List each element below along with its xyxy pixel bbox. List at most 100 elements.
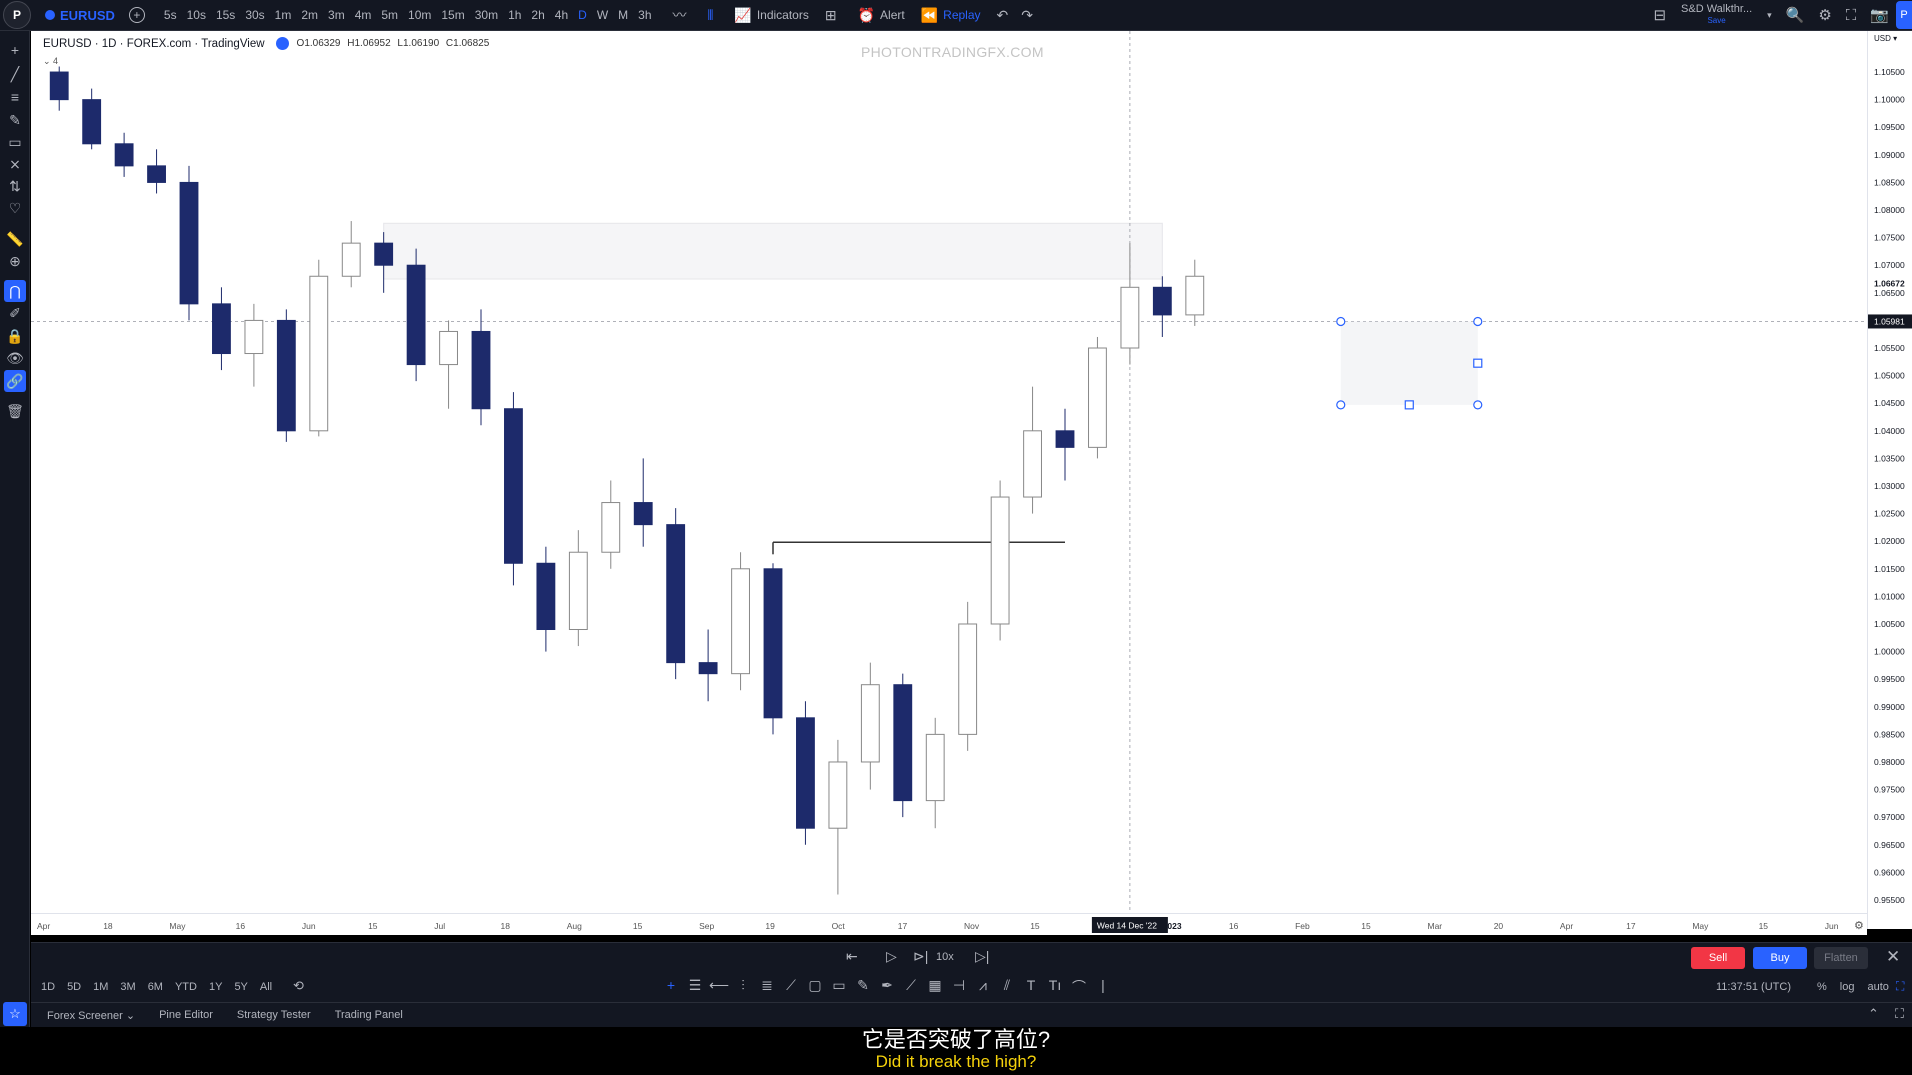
path-icon[interactable]: ⟋ [779,977,803,997]
sell-button[interactable]: Sell [1691,947,1745,969]
interval-15s[interactable]: 15s [216,8,235,22]
eye-icon[interactable]: 👁 [4,347,26,369]
indicators-button[interactable]: 📈 Indicators [734,7,808,24]
select-bar-icon[interactable]: ⇤ [846,948,858,965]
fib-icon[interactable]: ≡ [4,86,26,108]
interval-2m[interactable]: 2m [301,8,318,22]
measure-icon[interactable]: ⟋ [899,977,923,997]
pattern-icon[interactable]: ⨯ [4,153,26,175]
search-icon[interactable]: 🔍 [1786,6,1805,24]
lock-pencil-icon[interactable]: ✐ [4,302,26,324]
ray-icon[interactable]: ⟵ [707,977,731,997]
interval-3h[interactable]: 3h [638,8,651,22]
selected-rectangle[interactable] [1340,321,1478,405]
bar-chart-type-button[interactable]: ⫴ [708,7,719,24]
jump-to-realtime-icon[interactable]: ▷| [975,948,989,965]
compare-symbol-button[interactable]: + [128,7,145,23]
replay-button[interactable]: ⏪ Replay [921,7,981,24]
chevron-down-icon[interactable]: ▾ [1767,10,1772,21]
interval-30s[interactable]: 30s [245,8,264,22]
range-ytd[interactable]: YTD [175,981,197,993]
crosshair-icon[interactable]: + [659,977,683,997]
symbol-search-button[interactable]: EURUSD [45,8,115,23]
brush-icon[interactable]: ✎ [4,109,26,131]
zigzag-icon[interactable]: ⩘ [971,977,995,997]
close-icon[interactable]: ✕ [1886,947,1900,967]
range-1d[interactable]: 1D [41,981,55,993]
interval-5m[interactable]: 5m [381,8,398,22]
currency-label[interactable]: USD ▾ [1874,34,1897,43]
maximize-icon[interactable]: ⛶ [1895,1006,1904,1022]
fullscreen-icon[interactable]: ⛶ [1846,7,1857,24]
fib-retracement-icon[interactable]: ≣ [755,977,779,997]
interval-4m[interactable]: 4m [355,8,372,22]
range-3m[interactable]: 3M [120,981,135,993]
gear-icon[interactable]: ⚙ [1818,6,1831,24]
legend-title[interactable]: EURUSD · 1D · FOREX.com · TradingView [43,38,265,50]
ruler-icon[interactable]: 📏 [4,228,26,250]
text-size-icon[interactable]: Tı [1043,977,1067,997]
brush-icon[interactable]: ✎ [851,977,875,997]
price-axis[interactable]: USD ▾ 1.10500 1.10000 1.09500 1.09000 1.08500… [1867,31,1912,929]
channel-icon[interactable]: ⫽ [995,977,1019,997]
prediction-icon[interactable]: ⇅ [4,175,26,197]
chart-pane[interactable] [31,31,1867,929]
lock-icon[interactable]: 🔒 [4,325,26,347]
chart-type-button[interactable]: 〰 [673,5,692,25]
interval-15m[interactable]: 15m [441,8,464,22]
heart-icon[interactable]: ♡ [4,197,26,219]
axis-settings-icon[interactable]: ⚙ [1854,920,1864,932]
text-icon[interactable]: T [1019,977,1043,997]
trend-line-icon[interactable]: ╱ [4,63,26,85]
range-1m[interactable]: 1M [93,981,108,993]
flatten-button[interactable]: Flatten [1814,947,1868,969]
interval-M[interactable]: M [618,8,628,22]
rectangle-icon[interactable]: ▢ [803,977,827,997]
resize-handle[interactable] [1404,400,1414,410]
play-icon[interactable]: ▷ [886,948,897,965]
scale-option-auto[interactable]: auto [1867,981,1888,993]
layout-select-icon[interactable]: ⊟ [1653,6,1666,24]
range-6m[interactable]: 6M [148,981,163,993]
layout-name-button[interactable]: S&D Walkthr... Save [1681,4,1752,26]
utc-clock[interactable]: 11:37:51 (UTC) [1716,981,1791,993]
interval-30m[interactable]: 30m [475,8,498,22]
tradingview-logo-icon[interactable]: P [3,1,31,29]
magnet-icon[interactable]: ⋂ [4,280,26,302]
resize-handle[interactable] [1336,400,1346,410]
zoom-in-icon[interactable]: ⊕ [4,250,26,272]
buy-button[interactable]: Buy [1753,947,1807,969]
resize-handle[interactable] [1473,316,1483,327]
alert-button[interactable]: ⏰ Alert [858,7,905,24]
interval-10m[interactable]: 10m [408,8,431,22]
goto-date-icon[interactable]: ⟲ [293,978,304,994]
camera-icon[interactable]: 📷 [1870,6,1889,24]
interval-1h[interactable]: 1h [508,8,521,22]
supply-zone-rectangle[interactable] [383,222,1163,280]
panel-tab-forex-screener[interactable]: Forex Screener ⌄ [47,1009,135,1022]
resize-handle[interactable] [1336,316,1346,327]
panel-tab-trading-panel[interactable]: Trading Panel [335,1009,403,1022]
replay-speed[interactable]: 10x [936,951,954,963]
interval-10s[interactable]: 10s [187,8,206,22]
scale-option-percent[interactable]: % [1817,981,1827,993]
legend-collapse-button[interactable]: ⌄ 4 [43,56,58,67]
panel-tab-pine-editor[interactable]: Pine Editor [159,1009,213,1022]
table-icon[interactable]: ▦ [923,977,947,997]
interval-2h[interactable]: 2h [531,8,544,22]
callout-icon[interactable]: ▭ [827,977,851,997]
range-5d[interactable]: 5D [67,981,81,993]
horizontal-lines-icon[interactable]: ☰ [683,977,707,997]
scale-option-log[interactable]: log [1840,981,1855,993]
range-all[interactable]: All [260,981,272,993]
arc-icon[interactable]: ⌒ [1067,977,1091,997]
redo-button[interactable]: ↷ [1021,7,1038,24]
parallel-channel-icon[interactable]: ⫶ [731,977,755,997]
vertical-line-icon[interactable]: | [1091,977,1115,997]
crosshair-icon[interactable]: + [4,39,26,61]
panel-tab-strategy-tester[interactable]: Strategy Tester [237,1009,311,1022]
interval-W[interactable]: W [597,8,608,22]
undo-button[interactable]: ↶ [997,7,1014,24]
pen-icon[interactable]: ✒ [875,977,899,997]
interval-D[interactable]: D [578,8,587,22]
